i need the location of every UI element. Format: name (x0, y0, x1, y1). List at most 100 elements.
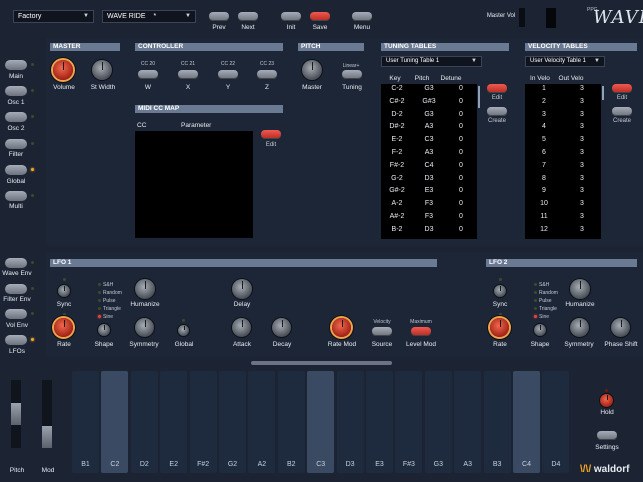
velocity-row[interactable]: 10 3 (525, 200, 601, 213)
lfo1-source-button[interactable] (372, 327, 392, 336)
velocity-table-dropdown[interactable]: User Velocity Table 1 ▼ (525, 56, 605, 67)
lfo1-global-button[interactable] (178, 325, 189, 336)
lfo2-phase-shift-knob[interactable] (611, 318, 630, 337)
velocity-row[interactable]: 23 (525, 98, 601, 111)
tuning-edit-button[interactable] (487, 84, 507, 93)
piano-key[interactable]: D4 (542, 371, 570, 473)
lfo1-rate-mod-knob[interactable] (332, 318, 351, 337)
sidebar-item-vol-env[interactable] (5, 309, 27, 319)
pitch-master-knob[interactable] (302, 60, 322, 80)
mod-wheel[interactable] (42, 380, 52, 448)
lfo2-symmetry-knob[interactable] (570, 318, 589, 337)
tuning-row[interactable]: B-2 D3 0 (381, 226, 477, 239)
sidebar-item-wave-env[interactable] (5, 258, 27, 268)
pitch-wheel[interactable] (11, 380, 21, 448)
piano-key[interactable]: D3 (336, 371, 364, 473)
controller-z-button[interactable] (257, 70, 277, 79)
tuning-button[interactable] (342, 70, 362, 79)
piano-key[interactable]: C4 (513, 371, 540, 473)
tuning-row[interactable]: D-2 G3 0 (381, 111, 477, 124)
tuning-row[interactable]: A-2 F3 0 (381, 200, 477, 213)
lfo1-rate-knob[interactable] (54, 318, 73, 337)
preset-name-dropdown[interactable]: WAVE RIDE * ▼ (102, 10, 196, 23)
velocity-row[interactable]: 63 (525, 149, 601, 162)
tuning-table-list[interactable]: C-2 G3 0 C#-2 G#3 0 D-2 G3 0 D#-2 A3 0 E-2 C3 0 F-2 A3 0 F… (381, 84, 477, 239)
lfo2-rate-knob[interactable] (490, 318, 509, 337)
velocity-scrollbar[interactable] (602, 86, 604, 100)
hold-button[interactable] (600, 394, 613, 407)
piano-key[interactable]: F#2 (189, 371, 217, 473)
tuning-row[interactable]: C#-2 G#3 0 (381, 98, 477, 111)
velocity-row[interactable]: 93 (525, 187, 601, 200)
sidebar-item-osc2[interactable] (5, 112, 27, 122)
preset-bank-dropdown[interactable]: Factory ▼ (13, 10, 94, 23)
lfo1-shape-button[interactable] (98, 324, 110, 336)
tuning-row[interactable]: G#-2 E3 0 (381, 187, 477, 200)
lfo2-shape-button[interactable] (534, 324, 546, 336)
lfo2-sync-button[interactable] (494, 285, 506, 297)
velocity-row[interactable]: 12 3 (525, 226, 601, 239)
piano-key[interactable]: A3 (454, 371, 482, 473)
tuning-create-button[interactable] (487, 107, 507, 116)
save-button[interactable] (310, 12, 330, 21)
settings-button[interactable] (597, 431, 617, 440)
velocity-create-button[interactable] (612, 107, 632, 116)
velocity-row[interactable]: 73 (525, 162, 601, 175)
piano-key[interactable]: E2 (160, 371, 188, 473)
menu-button[interactable] (352, 12, 372, 21)
volume-knob[interactable] (53, 60, 73, 80)
velocity-row[interactable]: 53 (525, 136, 601, 149)
tuning-row[interactable]: F#-2 C4 0 (381, 162, 477, 175)
lfo1-attack-knob[interactable] (232, 318, 251, 337)
velocity-table-list[interactable]: 1 3 2 3 3 3 4 3 5 3 6 3 7 3 8 3 9 3 10 3 11 3 12 3 (525, 84, 601, 239)
piano-key[interactable]: G3 (424, 371, 452, 473)
tuning-row[interactable]: F-2 A3 0 (381, 149, 477, 162)
velocity-row[interactable]: 13 (525, 85, 601, 98)
mod-wheel-thumb[interactable] (42, 426, 52, 448)
sidebar-item-filter-env[interactable] (5, 284, 27, 294)
velocity-row[interactable]: 11 3 (525, 213, 601, 226)
piano-key[interactable]: B1 (72, 371, 99, 473)
piano-key[interactable]: C3 (307, 371, 335, 473)
piano-key[interactable]: D2 (130, 371, 158, 473)
tuning-scrollbar[interactable] (478, 86, 480, 108)
tuning-row[interactable]: A#-2 F3 0 (381, 213, 477, 226)
controller-y-button[interactable] (218, 70, 238, 79)
velocity-row[interactable]: 33 (525, 111, 601, 124)
velocity-row[interactable]: 83 (525, 175, 601, 188)
master-vol-slider[interactable] (546, 8, 556, 28)
controller-w-button[interactable] (138, 70, 158, 79)
midi-cc-list[interactable] (135, 131, 253, 238)
pitch-wheel-thumb[interactable] (11, 403, 21, 425)
next-button[interactable] (238, 12, 258, 21)
piano-key[interactable]: B3 (483, 371, 511, 473)
sidebar-item-main[interactable] (5, 60, 27, 70)
lfo1-decay-knob[interactable] (272, 318, 291, 337)
tuning-row[interactable]: C-2 G3 0 (381, 85, 477, 98)
sidebar-item-filter[interactable] (5, 139, 27, 149)
piano-key[interactable]: C2 (101, 371, 129, 473)
piano-key[interactable]: G2 (219, 371, 246, 473)
sidebar-item-osc1[interactable] (5, 86, 27, 96)
cc-map-edit-button[interactable] (261, 130, 281, 139)
piano-key[interactable]: E3 (366, 371, 393, 473)
tuning-table-dropdown[interactable]: User Tuning Table 1 ▼ (381, 56, 482, 67)
prev-button[interactable] (209, 12, 229, 21)
lfo1-sync-button[interactable] (58, 285, 70, 297)
stereo-width-knob[interactable] (92, 60, 112, 80)
controller-x-button[interactable] (178, 70, 198, 79)
piano-key[interactable]: A2 (248, 371, 276, 473)
sidebar-item-global[interactable] (5, 165, 27, 175)
sidebar-item-multi[interactable] (5, 191, 27, 201)
keyboard-scroll-handle[interactable] (251, 361, 392, 365)
velocity-row[interactable]: 43 (525, 123, 601, 136)
lfo1-delay-knob[interactable] (232, 279, 252, 299)
lfo1-symmetry-knob[interactable] (135, 318, 154, 337)
sidebar-item-lfos[interactable] (5, 335, 27, 345)
lfo1-level-mod-button[interactable] (411, 327, 431, 336)
lfo2-humanize-knob[interactable] (570, 279, 590, 299)
lfo1-humanize-knob[interactable] (135, 279, 155, 299)
tuning-row[interactable]: E-2 C3 0 (381, 136, 477, 149)
piano-key[interactable]: B2 (277, 371, 305, 473)
piano-key[interactable]: F#3 (395, 371, 423, 473)
